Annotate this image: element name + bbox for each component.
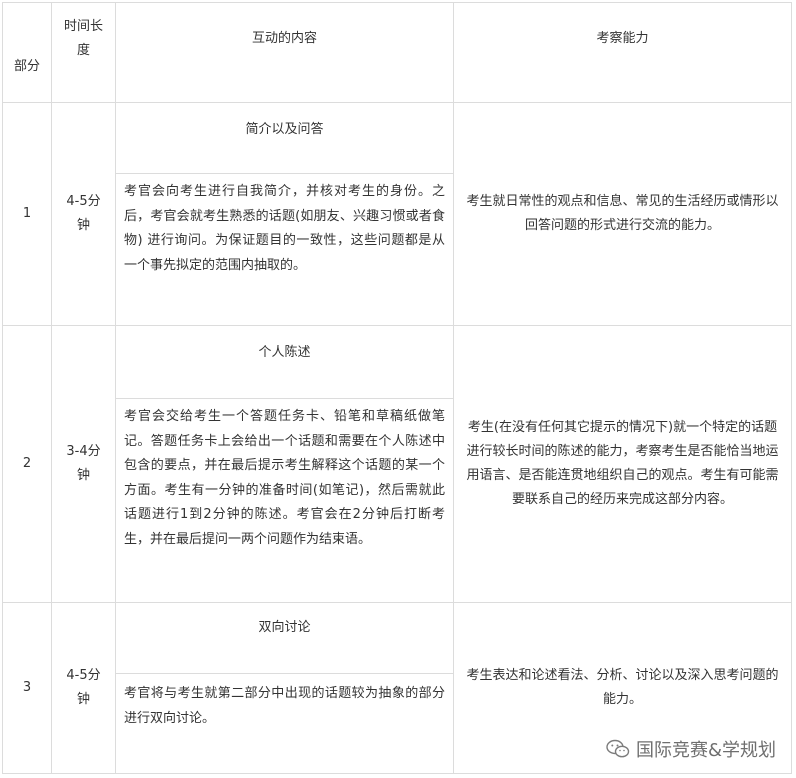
row-1-content: 考官会向考生进行自我简介，并核对考生的身份。之后，考官会就考生熟悉的话题(如朋友… (116, 180, 453, 278)
exam-structure-table: 部分 时间长度 互动的内容 考察能力 1 4-5分钟 简介以及问答 考官会向考生… (2, 2, 792, 774)
row-2-duration: 3-4分钟 (52, 326, 115, 602)
row-3-part-value: 3 (22, 680, 32, 695)
header-part: 部分 (3, 3, 51, 102)
row-2-ability-text: 考生(在没有任何其它提示的情况下)就一个特定的话题进行较长时间的陈述的能力，考察… (466, 420, 779, 507)
row-1-ability-text: 考生就日常性的观点和信息、常见的生活经历或情形以回答问题的形式进行交流的能力。 (466, 194, 779, 233)
row-2-ability: 考生(在没有任何其它提示的情况下)就一个特定的话题进行较长时间的陈述的能力，考察… (454, 326, 791, 602)
watermark-text: 国际竞赛&学规划 (635, 740, 776, 761)
row-3-part: 3 (3, 603, 51, 773)
row-3-title-text: 双向讨论 (258, 620, 311, 635)
row-3-ability-text: 考生表达和论述看法、分析、讨论以及深入思考问题的能力。 (466, 668, 779, 707)
row-1-duration-value: 4-5分钟 (66, 194, 101, 233)
row-2-title: 个人陈述 (116, 326, 453, 398)
row-2-title-text: 个人陈述 (258, 345, 311, 360)
row-1-title: 简介以及问答 (116, 103, 453, 173)
row-3-content-text: 考官将与考生就第二部分中出现的话题较为抽象的部分进行双向讨论。 (124, 686, 445, 726)
row-3-duration-value: 4-5分钟 (66, 668, 101, 707)
row-1-part-value: 1 (22, 206, 32, 221)
header-ability: 考察能力 (454, 3, 791, 102)
row-2-part-value: 2 (22, 456, 32, 471)
wechat-icon (606, 739, 630, 759)
row-1-title-text: 简介以及问答 (245, 122, 324, 137)
header-interaction: 互动的内容 (116, 3, 453, 102)
row-1-ability: 考生就日常性的观点和信息、常见的生活经历或情形以回答问题的形式进行交流的能力。 (454, 103, 791, 325)
row-2-part: 2 (3, 326, 51, 602)
row-3-content: 考官将与考生就第二部分中出现的话题较为抽象的部分进行双向讨论。 (116, 682, 453, 731)
header-duration: 时间长度 (52, 3, 115, 102)
row-2-duration-value: 3-4分钟 (66, 444, 101, 483)
row-1-part: 1 (3, 103, 51, 325)
row-2-content-text: 考官会交给考生一个答题任务卡、铅笔和草稿纸做笔记。答题任务卡上会给出一个话题和需… (124, 409, 445, 547)
header-ability-label: 考察能力 (596, 31, 649, 46)
row-3-title: 双向讨论 (116, 603, 453, 673)
header-duration-label: 时间长度 (64, 19, 104, 58)
row-2-content: 考官会交给考生一个答题任务卡、铅笔和草稿纸做笔记。答题任务卡上会给出一个话题和需… (116, 405, 453, 552)
row-1-content-text: 考官会向考生进行自我简介，并核对考生的身份。之后，考官会就考生熟悉的话题(如朋友… (124, 184, 445, 273)
watermark: 国际竞赛&学规划 (606, 736, 776, 762)
header-interaction-label: 互动的内容 (251, 31, 317, 46)
header-part-label: 部分 (13, 58, 40, 74)
row-1-duration: 4-5分钟 (52, 103, 115, 325)
row-3-duration: 4-5分钟 (52, 603, 115, 773)
